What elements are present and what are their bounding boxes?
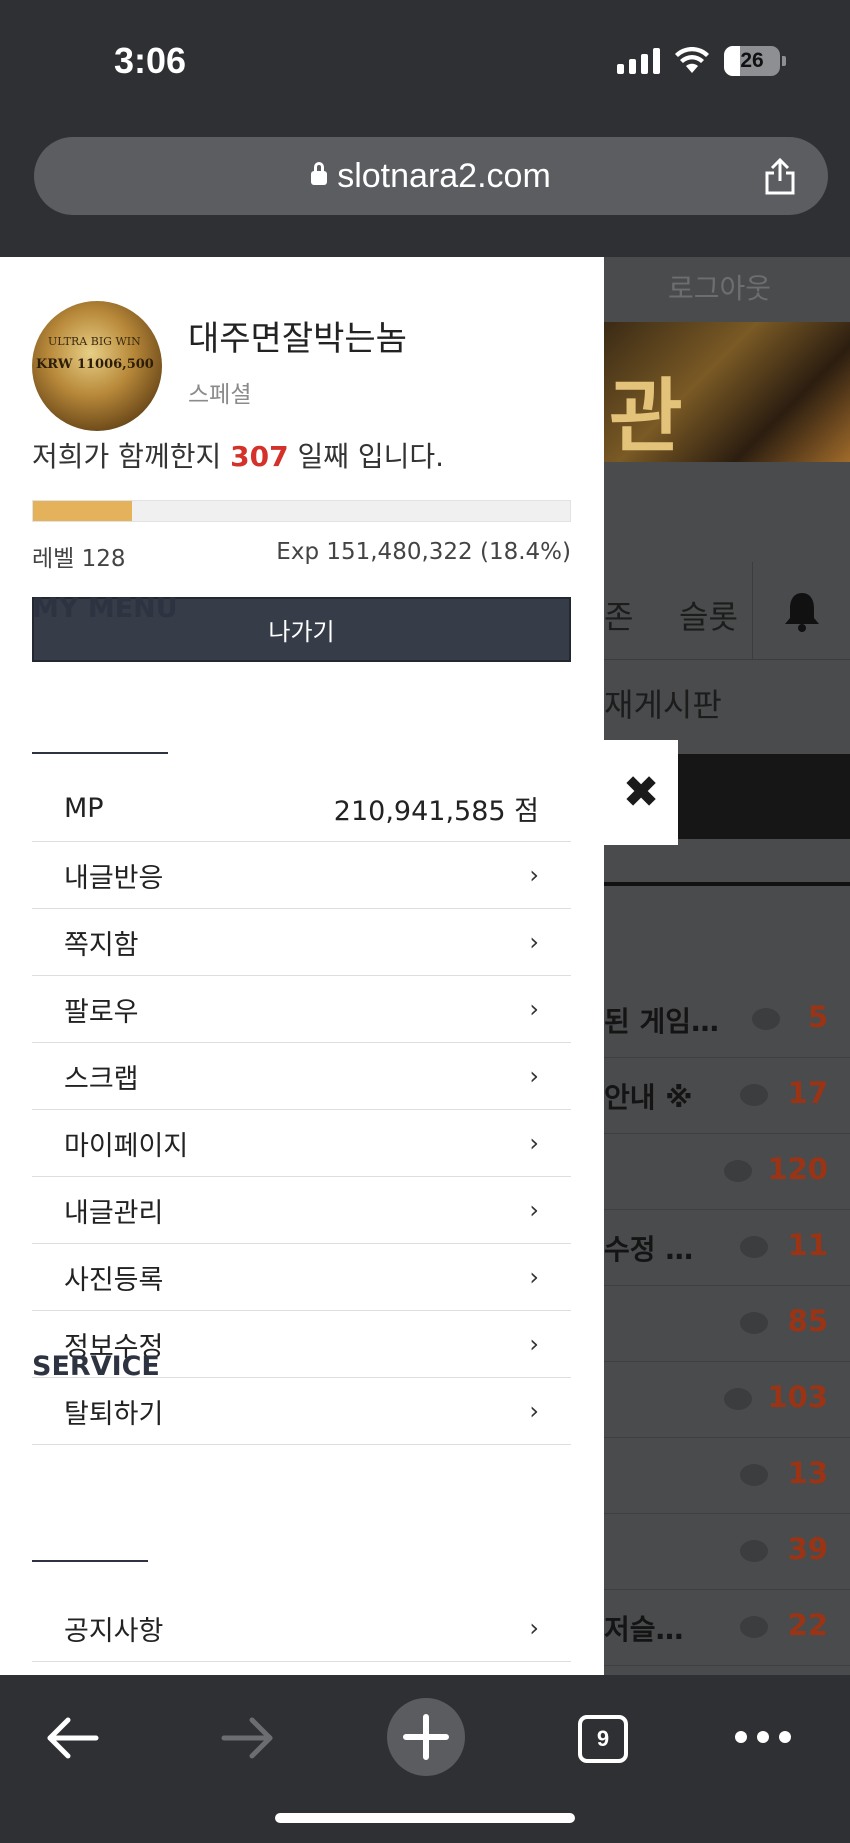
- list-item: 13: [604, 1438, 850, 1514]
- status-bar: 3:06 26: [0, 0, 850, 125]
- wifi-icon: [675, 47, 709, 73]
- site-nav-item: 존: [604, 598, 634, 636]
- forward-arrow-icon: [221, 1717, 273, 1759]
- list-item: 103: [604, 1362, 850, 1438]
- menu-item-my-posts[interactable]: 내글관리 ›: [32, 1177, 571, 1244]
- user-grade: 스페셜: [188, 382, 252, 408]
- menu-item-withdraw[interactable]: 탈퇴하기 ›: [32, 1378, 571, 1445]
- avatar-text: KRW 11006,500: [36, 357, 154, 372]
- site-post-list: 된 게임… 5 안내 ※ 17 120 수정 … 11 85 103 13 39 저슬…: [604, 982, 850, 1666]
- share-icon[interactable]: [762, 157, 798, 195]
- home-indicator: [275, 1813, 575, 1823]
- chevron-right-icon: ›: [529, 928, 539, 956]
- list-item: 120: [604, 1134, 850, 1210]
- chevron-right-icon: ›: [529, 995, 539, 1023]
- menu-item-photo-upload[interactable]: 사진등록 ›: [32, 1244, 571, 1311]
- service-underline: [32, 1560, 148, 1562]
- chevron-right-icon: ›: [529, 1129, 539, 1157]
- days-count: 307: [230, 440, 289, 473]
- site-board-title: 재게시판: [604, 686, 722, 724]
- avatar[interactable]: ULTRA BIG WIN KRW 11006,500: [32, 301, 162, 431]
- mp-value: 210,941,585 점: [333, 795, 539, 827]
- cellular-signal-icon: [617, 48, 660, 74]
- tabs-button[interactable]: 9: [578, 1715, 628, 1763]
- bell-icon: [752, 562, 850, 660]
- mp-row: MP 210,941,585 점: [32, 775, 571, 842]
- battery-icon: 26: [724, 46, 786, 76]
- exp-progress-fill: [33, 501, 132, 521]
- menu-item-my-page[interactable]: 마이페이지 ›: [32, 1110, 571, 1177]
- list-item: 85: [604, 1286, 850, 1362]
- list-item: 된 게임… 5: [604, 982, 850, 1058]
- address-bar[interactable]: slotnara2.com: [34, 137, 828, 215]
- service-title: SERVICE: [32, 1351, 160, 1382]
- banner-text: 관: [609, 370, 683, 463]
- chevron-right-icon: ›: [529, 1062, 539, 1090]
- my-menu-title: MY MENU: [32, 593, 178, 624]
- chevron-right-icon: ›: [529, 1330, 539, 1358]
- site-logout-link: 로그아웃: [668, 272, 772, 305]
- chevron-right-icon: ›: [529, 1196, 539, 1224]
- chevron-right-icon: ›: [529, 1397, 539, 1425]
- battery-level: 26: [740, 49, 764, 72]
- status-time: 3:06: [114, 40, 187, 81]
- new-tab-button[interactable]: [387, 1698, 465, 1776]
- menu-item-messages[interactable]: 쪽지함 ›: [32, 909, 571, 976]
- plus-icon: [403, 1714, 449, 1760]
- user-exp: Exp 151,480,322 (18.4%): [276, 539, 571, 565]
- exp-progress-bar: [32, 500, 571, 522]
- list-item: 수정 … 11: [604, 1210, 850, 1286]
- membership-days: 저희가 함께한지 307 일째 입니다.: [32, 440, 445, 473]
- site-banner: 관: [604, 322, 850, 463]
- browser-address-area: slotnara2.com: [0, 125, 850, 257]
- site-nav-item: 슬롯: [679, 598, 738, 636]
- my-menu-underline: [32, 752, 168, 754]
- url-display[interactable]: slotnara2.com: [34, 157, 828, 196]
- my-menu-list: MP 210,941,585 점 내글반응 › 쪽지함 › 팔로우 › 스크랩 › 마이…: [32, 775, 571, 1445]
- menu-item-scrap[interactable]: 스크랩 ›: [32, 1043, 571, 1110]
- chevron-right-icon: ›: [529, 1614, 539, 1642]
- list-item: 안내 ※ 17: [604, 1058, 850, 1134]
- menu-item-notice[interactable]: 공지사항 ›: [32, 1595, 571, 1662]
- list-item: 39: [604, 1514, 850, 1590]
- user-level: 레벨 128: [32, 546, 126, 572]
- chevron-right-icon: ›: [529, 1263, 539, 1291]
- site-nav: 존 슬롯: [604, 562, 850, 660]
- more-options-icon[interactable]: [735, 1731, 791, 1743]
- service-list: 공지사항 ›: [32, 1595, 571, 1662]
- back-arrow-icon[interactable]: [44, 1715, 100, 1761]
- close-icon: ✖: [622, 767, 660, 818]
- lock-icon: [311, 162, 328, 185]
- status-icons: 26: [617, 46, 786, 76]
- side-drawer: ULTRA BIG WIN KRW 11006,500 대주면잘박는놈 스페셜 …: [0, 257, 604, 1675]
- mp-label: MP: [64, 792, 104, 824]
- menu-item-my-reactions[interactable]: 내글반응 ›: [32, 842, 571, 909]
- user-nickname: 대주면잘박는놈: [188, 319, 407, 359]
- site-divider: [604, 882, 850, 886]
- list-item: 저슬… 22: [604, 1590, 850, 1666]
- close-drawer-button[interactable]: ✖: [604, 740, 678, 845]
- chevron-right-icon: ›: [529, 861, 539, 889]
- avatar-text: ULTRA BIG WIN: [48, 335, 141, 348]
- menu-item-follow[interactable]: 팔로우 ›: [32, 976, 571, 1043]
- url-text: slotnara2.com: [337, 157, 551, 195]
